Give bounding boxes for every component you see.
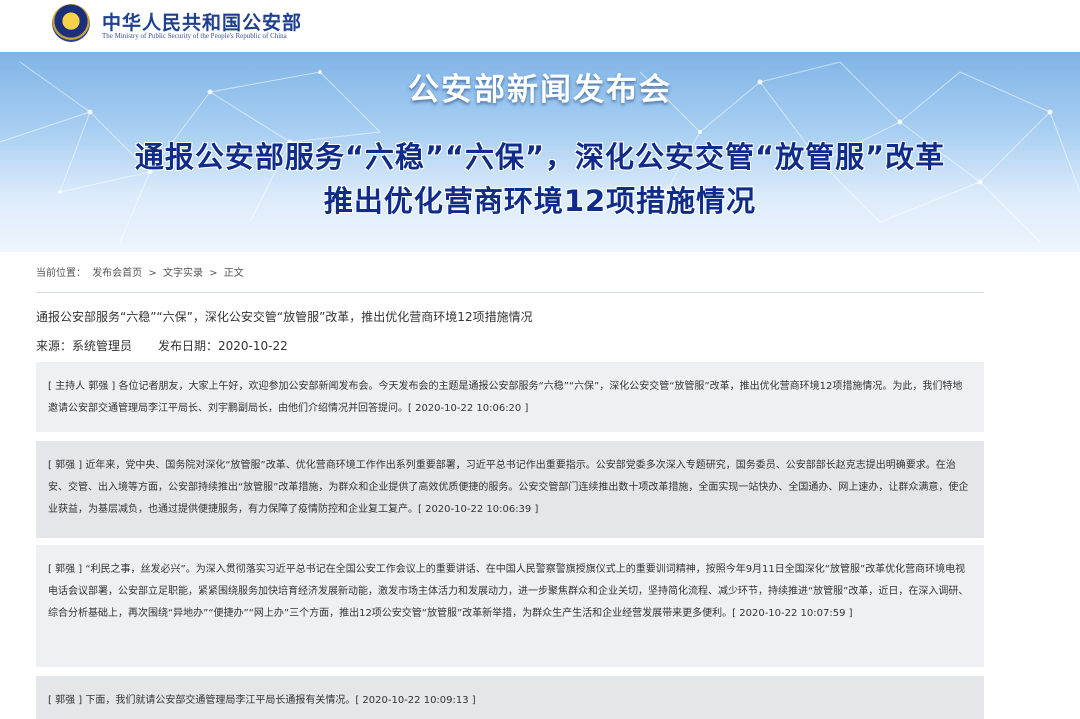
transcript-entry: [ 郭强 ] “利民之事，丝发必兴”。为深入贯彻落实习近平总书记在全国公安工作会…	[36, 545, 984, 667]
police-emblem-icon[interactable]	[52, 4, 90, 42]
breadcrumb-item-home[interactable]: 发布会首页	[92, 268, 142, 279]
banner-title: 公安部新闻发布会	[408, 72, 672, 108]
divider	[36, 292, 984, 293]
breadcrumb-item-current: 正文	[223, 268, 244, 279]
breadcrumb-separator: >	[209, 268, 218, 279]
transcript-entry: [ 郭强 ] 下面，我们就请公安部交通管理局李江平局长通报有关情况。[ 2020…	[36, 676, 984, 719]
article-source: 来源：系统管理员	[36, 339, 133, 353]
transcript-entry: [ 郭强 ] 近年来，党中央、国务院对深化“放管服”改革、优化营商环境工作作出系…	[36, 441, 984, 538]
site-subtitle: The Ministry of Public Security of the P…	[102, 32, 287, 40]
breadcrumb-item-transcripts[interactable]: 文字实录	[163, 268, 203, 279]
breadcrumb: 当前位置： 发布会首页 > 文字实录 > 正文	[36, 264, 247, 279]
breadcrumb-label: 当前位置：	[36, 268, 86, 279]
article-date: 发布日期：2020-10-22	[158, 339, 288, 353]
site-title[interactable]: 中华人民共和国公安部	[102, 8, 302, 35]
site-header: 中华人民共和国公安部 The Ministry of Public Securi…	[0, 0, 1080, 52]
transcript-entry: [ 主持人 郭强 ] 各位记者朋友，大家上午好，欢迎参加公安部新闻发布会。今天发…	[36, 362, 984, 432]
article-title: 通报公安部服务“六稳”“六保”，深化公安交管“放管服”改革，推出优化营商环境12…	[36, 310, 533, 324]
banner-headline-line2: 推出优化营商环境12项措施情况	[323, 184, 757, 218]
banner-headline-line1: 通报公安部服务“六稳”“六保”，深化公安交管“放管服”改革	[134, 140, 946, 174]
article-meta: 来源：系统管理员 发布日期：2020-10-22	[36, 337, 288, 354]
press-conference-banner: 公安部新闻发布会 通报公安部服务“六稳”“六保”，深化公安交管“放管服”改革 推…	[0, 52, 1080, 252]
breadcrumb-separator: >	[148, 268, 157, 279]
